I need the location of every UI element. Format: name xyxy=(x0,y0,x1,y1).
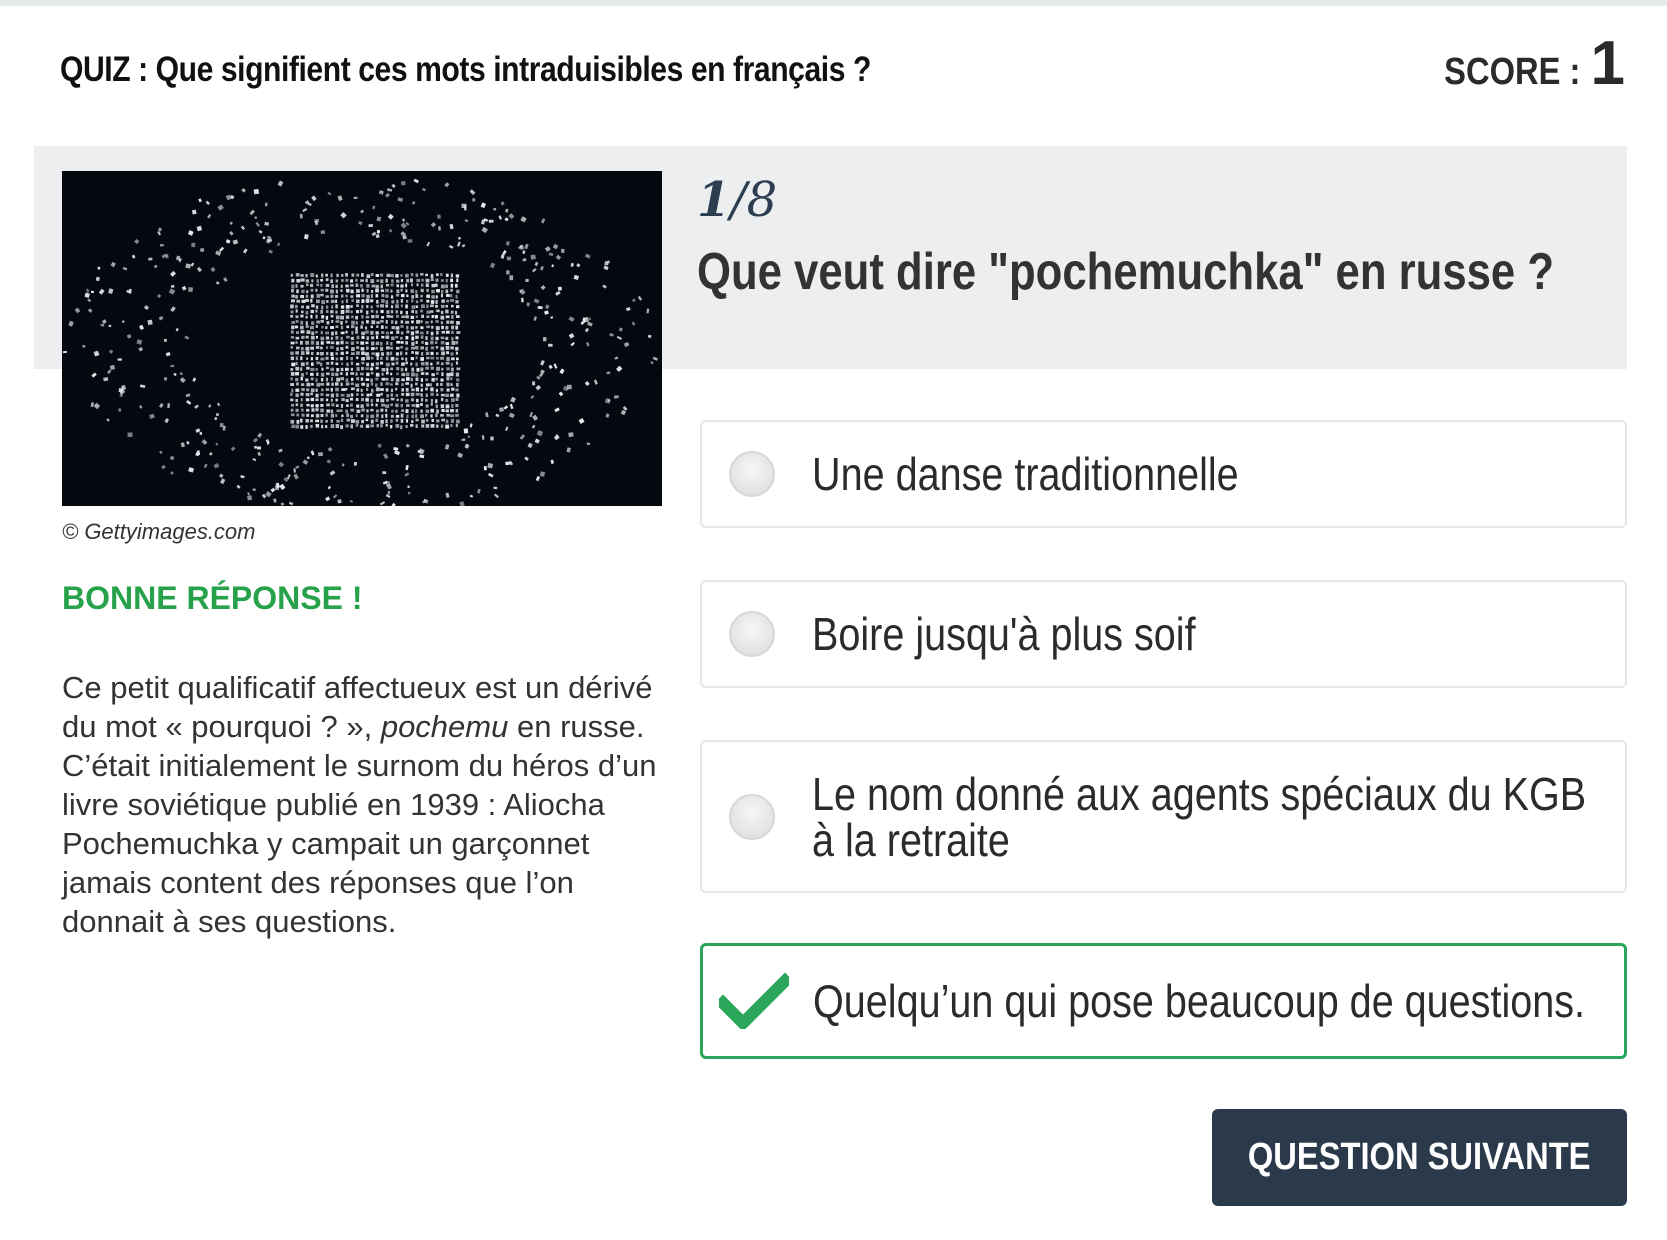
score-label: SCORE : xyxy=(1444,51,1581,93)
answer-option-label: Quelqu’un qui pose beaucoup de questions… xyxy=(813,975,1586,1027)
answer-option-label: Boire jusqu'à plus soif xyxy=(812,608,1196,660)
answer-option-2[interactable]: Boire jusqu'à plus soif xyxy=(700,580,1627,688)
photo-letters-icon xyxy=(62,178,659,506)
top-divider xyxy=(0,0,1667,6)
score-display: SCORE : 1 xyxy=(1422,28,1625,99)
answer-option-4-correct[interactable]: Quelqu’un qui pose beaucoup de questions… xyxy=(700,943,1627,1059)
quiz-title: QUIZ : Que signifient ces mots intraduis… xyxy=(60,50,871,89)
question-photo xyxy=(62,171,662,506)
radio-unchecked-icon[interactable] xyxy=(729,611,775,657)
question-total: /8 xyxy=(730,172,778,228)
checkmark-icon xyxy=(719,973,789,1029)
answer-option-3[interactable]: Le nom donné aux agents spéciaux du KGB à… xyxy=(700,740,1627,893)
answer-explanation: Ce petit qualificatif affectueux est un … xyxy=(62,668,662,941)
question-counter: 1/8 xyxy=(697,172,777,228)
answer-option-1[interactable]: Une danse traditionnelle xyxy=(700,420,1627,528)
next-question-button[interactable]: QUESTION SUIVANTE xyxy=(1212,1109,1627,1206)
answer-option-label: Le nom donné aux agents spéciaux du KGB à… xyxy=(812,771,1586,863)
answer-option-label: Une danse traditionnelle xyxy=(812,448,1239,500)
explanation-italic-word: pochemu xyxy=(380,709,509,744)
photo-credit: © Gettyimages.com xyxy=(62,519,256,544)
score-value: 1 xyxy=(1590,29,1625,98)
question-text: Que veut dire "pochemuchka" en russe ? xyxy=(697,243,1555,301)
question-current: 1 xyxy=(697,172,731,228)
next-question-label: QUESTION SUIVANTE xyxy=(1248,1136,1591,1178)
radio-unchecked-icon[interactable] xyxy=(729,451,775,497)
answer-option-label-line-1: Le nom donné aux agents spéciaux du KGB xyxy=(812,767,1587,820)
answer-verdict: BONNE RÉPONSE ! xyxy=(62,580,363,616)
radio-unchecked-icon[interactable] xyxy=(729,793,775,840)
answer-option-label-line-2: à la retraite xyxy=(812,813,1010,866)
